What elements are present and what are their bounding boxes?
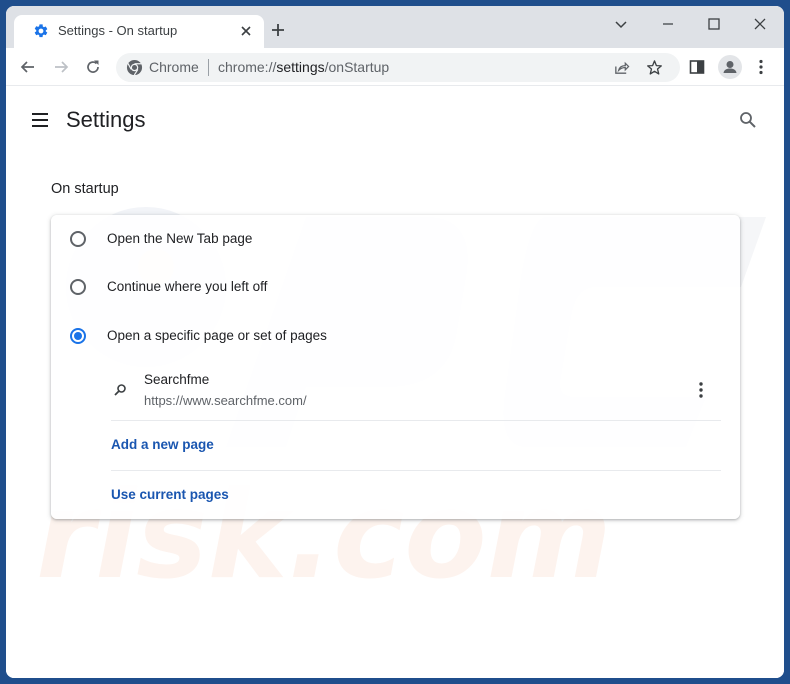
url-prefix: chrome://	[218, 59, 277, 75]
hamburger-menu-icon[interactable]	[30, 112, 50, 128]
option-label: Open a specific page or set of pages	[107, 328, 327, 343]
title-bar: Settings - On startup	[6, 6, 784, 48]
browser-window: Settings - On startup Chrome chrome://se…	[6, 6, 784, 678]
omnibox-separator	[208, 59, 209, 76]
option-specific-pages[interactable]: Open a specific page or set of pages	[51, 312, 740, 360]
radio-button[interactable]	[70, 279, 86, 295]
option-continue[interactable]: Continue where you left off	[51, 263, 740, 311]
tab-settings[interactable]: Settings - On startup	[14, 15, 264, 48]
section-title: On startup	[51, 181, 119, 197]
search-icon	[114, 384, 126, 396]
minimize-icon[interactable]	[658, 14, 678, 34]
tab-search-icon[interactable]	[611, 14, 631, 34]
new-tab-icon[interactable]	[270, 22, 286, 38]
reload-icon[interactable]	[84, 58, 102, 76]
site-chip-label: Chrome	[149, 59, 199, 75]
url-path: /onStartup	[324, 59, 390, 75]
option-label: Open the New Tab page	[107, 231, 253, 246]
close-tab-icon[interactable]	[239, 24, 253, 38]
url-host: settings	[276, 59, 325, 75]
startup-options-card: Open the New Tab page Continue where you…	[51, 215, 740, 519]
bookmark-star-icon[interactable]	[646, 59, 663, 76]
divider	[111, 470, 721, 471]
radio-button[interactable]	[70, 231, 86, 247]
startup-page-url: https://www.searchfme.com/	[144, 393, 307, 408]
divider	[111, 420, 721, 421]
address-bar[interactable]: Chrome chrome://settings/onStartup	[116, 53, 680, 82]
profile-avatar-icon[interactable]	[718, 55, 742, 79]
radio-button-selected[interactable]	[70, 328, 86, 344]
page-title: Settings	[66, 107, 146, 132]
add-new-page-button[interactable]: Add a new page	[111, 437, 214, 452]
kebab-menu-icon[interactable]	[752, 58, 770, 76]
chrome-logo-icon	[126, 59, 143, 76]
settings-page: risk.com Settings On startup Open the Ne…	[6, 87, 784, 678]
startup-page-entry: Searchfme https://www.searchfme.com/	[111, 369, 721, 421]
back-icon[interactable]	[19, 58, 37, 76]
forward-icon[interactable]	[52, 58, 70, 76]
more-actions-icon[interactable]	[695, 381, 707, 399]
search-icon[interactable]	[739, 111, 757, 129]
share-icon[interactable]	[613, 59, 630, 76]
startup-page-name: Searchfme	[144, 372, 210, 387]
tab-title: Settings - On startup	[58, 23, 178, 38]
close-window-icon[interactable]	[750, 14, 770, 34]
url-text: chrome://settings/onStartup	[218, 59, 389, 75]
side-panel-icon[interactable]	[688, 58, 706, 76]
toolbar: Chrome chrome://settings/onStartup	[6, 48, 784, 86]
maximize-icon[interactable]	[704, 14, 724, 34]
gear-icon	[34, 24, 48, 38]
person-icon	[723, 61, 737, 73]
option-new-tab[interactable]: Open the New Tab page	[51, 215, 740, 263]
use-current-pages-button[interactable]: Use current pages	[111, 487, 229, 502]
option-label: Continue where you left off	[107, 279, 268, 294]
